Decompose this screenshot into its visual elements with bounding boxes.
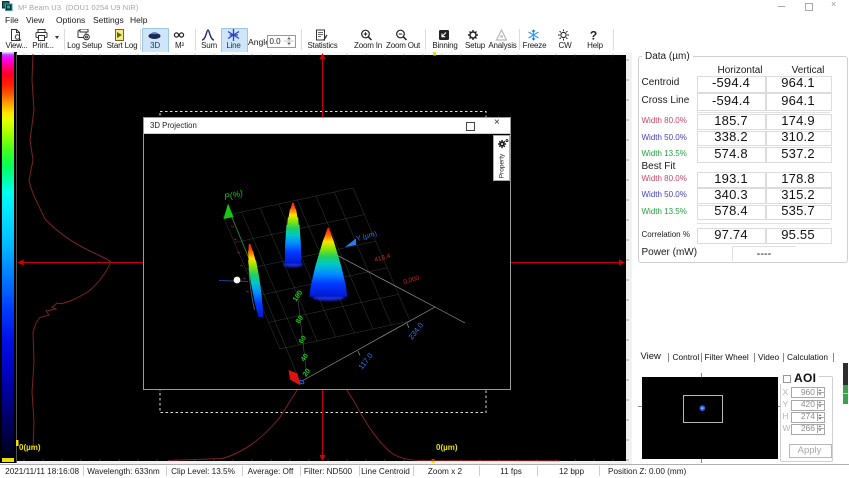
svg-text:100: 100 bbox=[292, 289, 304, 303]
svg-text:60: 60 bbox=[298, 335, 308, 345]
svg-text:418.4: 418.4 bbox=[374, 253, 392, 264]
svg-text:234.0: 234.0 bbox=[406, 321, 425, 341]
svg-text:0.000: 0.000 bbox=[403, 275, 421, 286]
svg-text:Y (µm): Y (µm) bbox=[356, 230, 378, 243]
svg-text:40: 40 bbox=[300, 353, 310, 363]
svg-text:P(%): P(%) bbox=[223, 188, 244, 202]
